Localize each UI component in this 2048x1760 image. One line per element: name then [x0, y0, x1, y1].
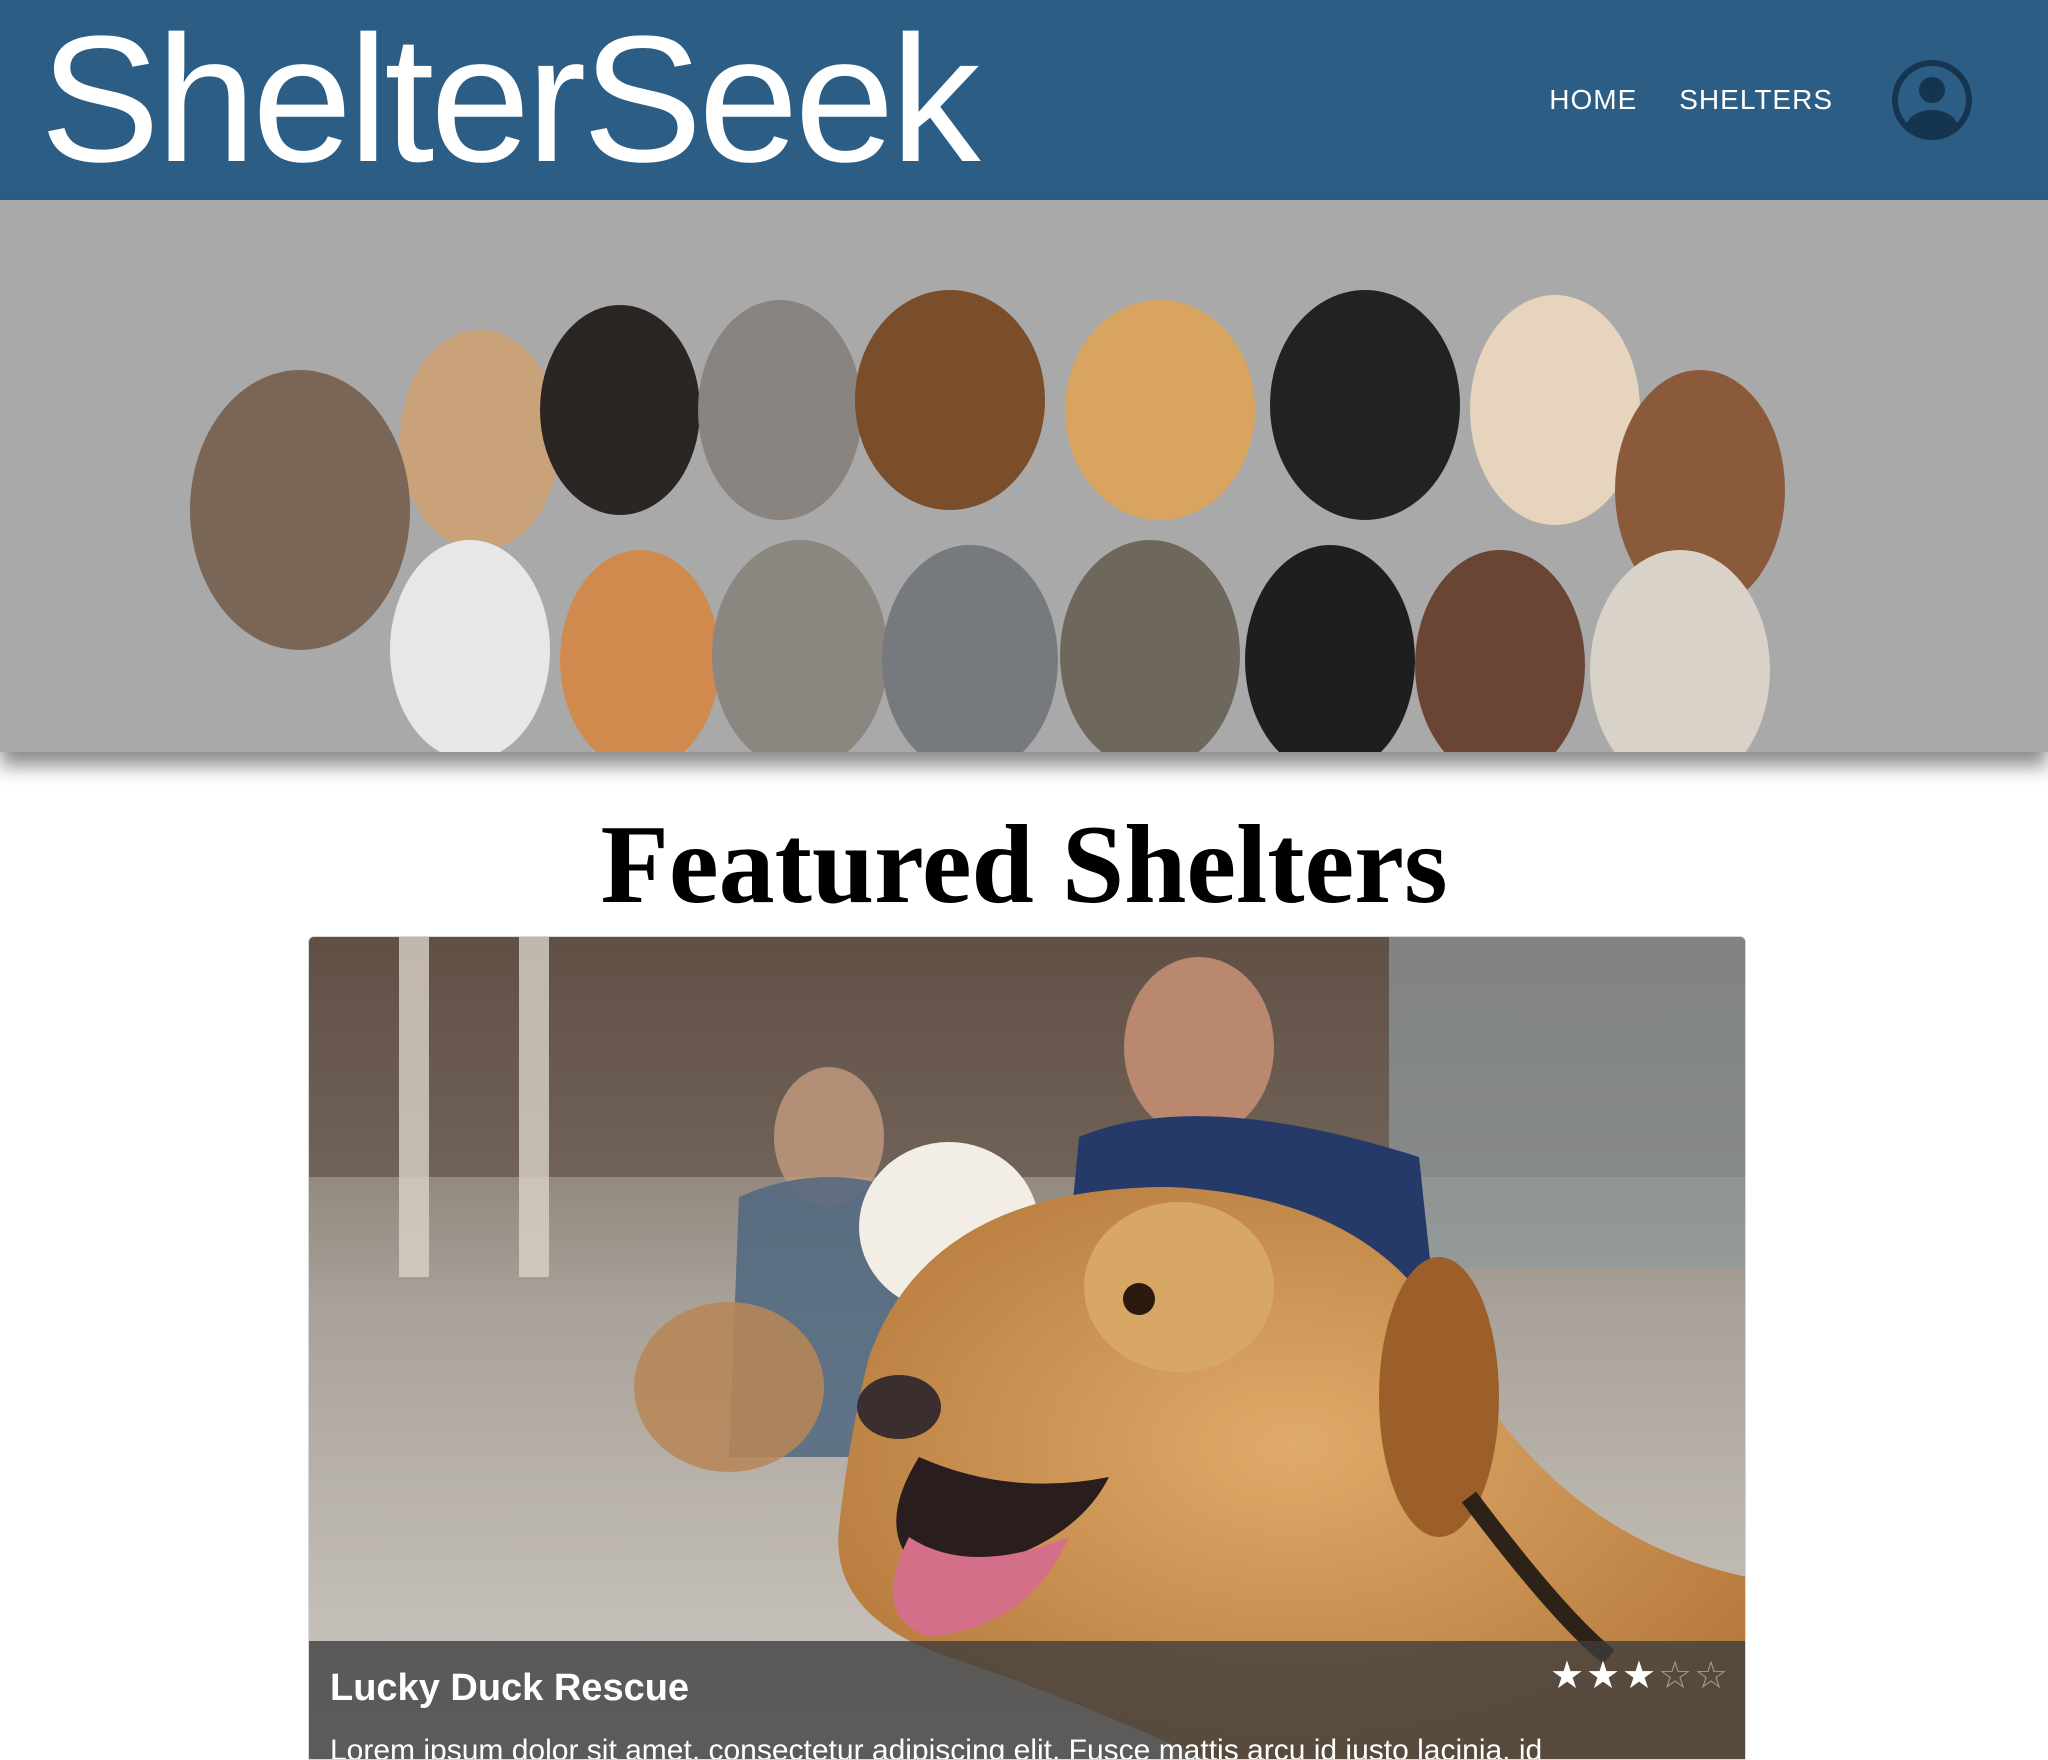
top-navbar: ShelterSeek HOME SHELTERS	[0, 0, 2048, 200]
featured-shelters-heading: Featured Shelters	[600, 803, 1448, 927]
star-filled-icon: ★	[1549, 1655, 1585, 1697]
nav-links: HOME SHELTERS	[1507, 0, 1833, 200]
pets-group-image	[0, 200, 2048, 752]
star-empty-icon: ☆	[1657, 1655, 1693, 1697]
user-circle-icon[interactable]	[1892, 60, 1972, 140]
star-empty-icon: ☆	[1693, 1655, 1729, 1697]
shelter-rating: ★ ★ ★ ☆ ☆	[1549, 1653, 1729, 1699]
star-filled-icon: ★	[1621, 1655, 1657, 1697]
hero-pets-banner	[0, 200, 2048, 752]
shelter-name[interactable]: Lucky Duck Rescue	[330, 1667, 689, 1710]
star-filled-icon: ★	[1585, 1655, 1621, 1697]
brand-logo[interactable]: ShelterSeek	[40, 0, 981, 200]
shelter-card-image	[309, 937, 1745, 1759]
shelter-description: Lorem ipsum dolor sit amet, consectetur …	[330, 1734, 1543, 1760]
shelter-card[interactable]: Lucky Duck Rescue ★ ★ ★ ☆ ☆ Lorem ipsum …	[308, 936, 1746, 1760]
nav-home-link[interactable]: HOME	[1549, 84, 1637, 116]
nav-shelters-link[interactable]: SHELTERS	[1679, 84, 1833, 116]
